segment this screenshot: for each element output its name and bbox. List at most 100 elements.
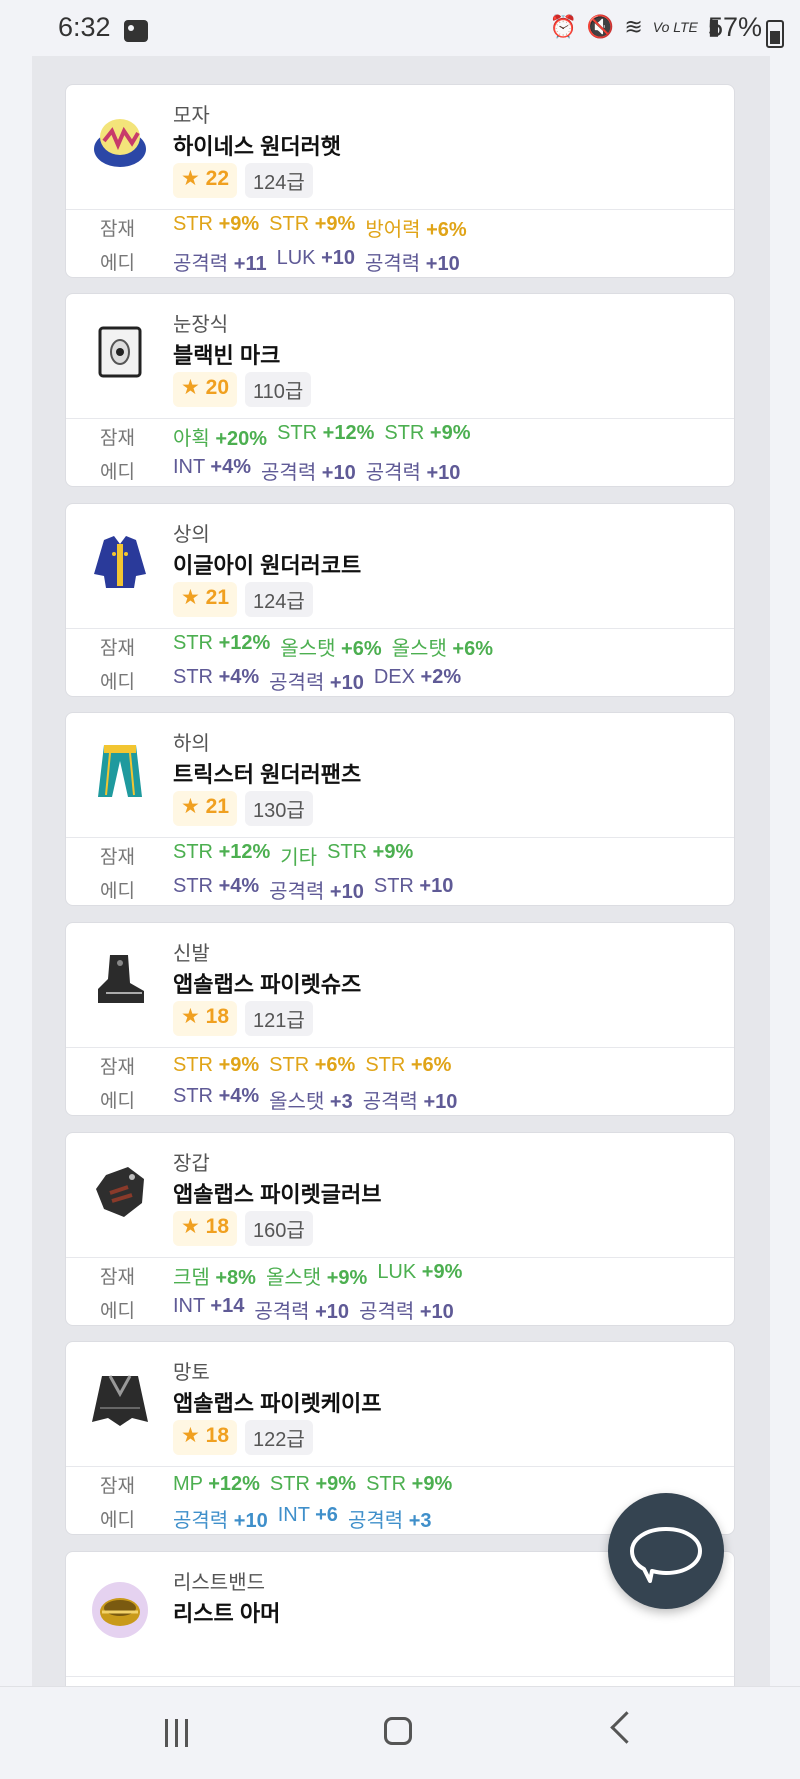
item-name: 리스트 아머 <box>173 1601 281 1626</box>
additional-row-label: 에디 <box>100 1090 135 1112</box>
potential-row-values: STR +12% 올스탯 +6% 올스탯 +6% <box>173 632 493 661</box>
option-stat: STR +9% <box>173 1053 260 1076</box>
item-name: 트릭스터 원더러팬츠 <box>173 762 362 787</box>
chat-button[interactable] <box>608 1493 724 1609</box>
additional-row-label: 에디 <box>100 671 135 693</box>
potential-row-label: 잠재 <box>100 637 135 659</box>
option-stat: 공격력 +10 <box>269 880 364 903</box>
item-slot: 상의 <box>173 524 210 546</box>
potential-row: 잠재 STR +9% STR +9% 방어력 +6% <box>66 210 734 244</box>
potential-row-values: STR +9% STR +6% STR +6% <box>173 1054 451 1077</box>
additional-row: 에디 INT +14 공격력 +10 공격력 +10 <box>66 1292 734 1326</box>
level-badge: 110급 <box>245 372 312 407</box>
card-header: 상의 이글아이 원더러코트 ★ 21 124급 <box>66 504 734 629</box>
equipment-card[interactable]: 눈장식 블랙빈 마크 ★ 20 110급잠재 아획 +20% STR +12% STR +9… <box>65 293 735 487</box>
equipment-card[interactable]: 하의 트릭스터 원더러팬츠 ★ 21 130급 잠재 STR +12% 기타 STR +9%… <box>65 712 735 906</box>
item-name: 앱솔랩스 파이렛케이프 <box>173 1391 382 1416</box>
item-slot: 망토 <box>173 1362 210 1384</box>
option-stat: STR +12% <box>173 840 271 863</box>
equipment-card[interactable]: 상의 이글아이 원더러코트 ★ 21 124급잠재 STR +12% 올스탯 +6% 올스탯… <box>65 503 735 697</box>
potential-row: 잠재 STR +12% 기타 STR +9% <box>66 838 734 872</box>
system-nav-bar <box>0 1686 800 1779</box>
option-stat: 공격력 +10 <box>362 1090 458 1113</box>
pants-icon <box>98 745 142 797</box>
equipment-card[interactable]: 장갑 앱솔랩스 파이렛글러브 ★ 18 160급 잠재 크뎀 +8% 올스탯 +9% LUK … <box>65 1132 735 1326</box>
wifi-icon: ≋ <box>624 14 643 39</box>
card-header: 모자 하이네스 원더러햇 ★ 22 124급 <box>66 85 734 210</box>
option-stat: STR +12% <box>173 631 271 654</box>
starforce-badge: ★ 21 <box>173 582 238 617</box>
option-stat: STR +6% <box>365 1053 452 1076</box>
volte-label: Vo LTE <box>652 19 698 35</box>
option-stat: 공격력 +10 <box>254 1300 350 1323</box>
chat-bubble-icon <box>630 1527 702 1583</box>
potential-row-values: 아획 +20% STR +12% STR +9% <box>173 422 471 451</box>
option-stat: 공격력 +10 <box>365 461 461 484</box>
status-time: 6:32 <box>58 12 111 42</box>
option-stat: STR +6% <box>269 1053 356 1076</box>
equipment-card[interactable]: 신발 앱솔랩스 파이렛슈즈 ★ 18 121급 잠재 STR +9% STR +6% STR … <box>65 922 735 1116</box>
option-stat: STR +4% <box>173 665 260 688</box>
card-header: 망토 앱솔랩스 파이렛케이프 ★ 18 122급 <box>66 1342 734 1467</box>
additional-row-label: 에디 <box>100 252 135 274</box>
item-badges: ★ 21 124급 <box>173 582 313 617</box>
additional-row-label: 에디 <box>100 1300 135 1322</box>
additional-row-values: INT +14 공격력 +10 공격력 +10 <box>173 1295 454 1324</box>
level-badge: 130급 <box>245 791 313 826</box>
level-badge: 122급 <box>245 1420 313 1455</box>
potential-row: 잠재 STR +12% 올스탯 +6% 올스탯 +6% <box>66 629 734 663</box>
potential-row-label: 잠재 <box>100 218 135 240</box>
starforce-badge: ★ 22 <box>173 163 238 198</box>
status-icons: ⏰ 🔇 ≋ Vo LTE ▮ <box>550 14 721 40</box>
additional-row-values: 공격력 +10 INT +6 공격력 +3 <box>173 1504 432 1533</box>
back-icon[interactable] <box>610 1711 643 1744</box>
option-stat: DEX +2% <box>373 665 462 688</box>
option-stat: 크뎀 +8% <box>173 1266 256 1289</box>
potential-row-values: STR +9% STR +9% 방어력 +6% <box>173 213 467 242</box>
option-stat: STR +9% <box>366 1472 453 1495</box>
item-badges: ★ 18 160급 <box>173 1211 313 1246</box>
card-header: 하의 트릭스터 원더러팬츠 ★ 21 130급 <box>66 713 734 838</box>
additional-row: 에디 STR +4% 공격력 +10 STR +10 <box>66 872 734 906</box>
additional-row-label: 에디 <box>100 880 135 902</box>
coat-icon <box>94 536 146 588</box>
status-bar: 6:32 ⏰ 🔇 ≋ Vo LTE ▮ 57% <box>0 0 800 56</box>
additional-row-values: STR +4% 올스탯 +3 공격력 +10 <box>173 1085 457 1114</box>
option-stat: LUK +9% <box>377 1260 463 1283</box>
option-stat: 공격력 +10 <box>261 461 356 484</box>
level-badge: 121급 <box>245 1001 313 1036</box>
battery-icon <box>766 20 784 48</box>
item-slot: 리스트밴드 <box>173 1572 265 1594</box>
starforce-badge: ★ 18 <box>173 1211 238 1246</box>
cape-icon <box>92 1375 148 1426</box>
option-stat: 공격력 +3 <box>347 1509 432 1532</box>
item-slot: 눈장식 <box>173 314 229 336</box>
additional-row-values: 공격력 +11 LUK +10 공격력 +10 <box>173 247 460 276</box>
level-badge: 160급 <box>245 1211 313 1246</box>
option-stat: STR +9% <box>173 212 260 235</box>
gallery-icon <box>124 20 148 42</box>
option-stat: 공격력 +11 <box>173 252 267 275</box>
item-name: 앱솔랩스 파이렛슈즈 <box>173 972 362 997</box>
wristband-icon <box>92 1582 148 1638</box>
option-stat: 올스탯 +6% <box>280 637 382 660</box>
option-stat: 기타 <box>280 846 318 869</box>
potential-row: 잠재 크뎀 +8% 올스탯 +9% LUK +9% <box>66 1258 734 1292</box>
eye-accessory-icon <box>98 326 142 378</box>
potential-row-values: MP +12% STR +9% STR +9% <box>173 1473 452 1496</box>
home-icon[interactable] <box>384 1717 412 1745</box>
option-stat: 올스탯 +6% <box>391 637 493 660</box>
additional-row: 에디 INT +4% 공격력 +10 공격력 +10 <box>66 453 734 487</box>
option-stat: STR +9% <box>384 421 471 444</box>
option-stat: 올스탯 +3 <box>269 1090 353 1113</box>
equipment-card[interactable]: 모자 하이네스 원더러햇 ★ 22 124급 잠재 STR +9% STR +9% 방어력 +… <box>65 84 735 278</box>
item-slot: 신발 <box>173 943 210 965</box>
item-name: 하이네스 원더러햇 <box>173 134 342 159</box>
option-stat: INT +4% <box>173 455 252 478</box>
potential-row-label: 잠재 <box>100 1475 135 1497</box>
item-slot: 하의 <box>173 733 210 755</box>
potential-row-label: 잠재 <box>100 427 135 449</box>
option-stat: 방어력 +6% <box>365 218 467 241</box>
card-header: 눈장식 블랙빈 마크 ★ 20 110급 <box>66 294 734 419</box>
recent-apps-icon[interactable] <box>160 1719 192 1747</box>
